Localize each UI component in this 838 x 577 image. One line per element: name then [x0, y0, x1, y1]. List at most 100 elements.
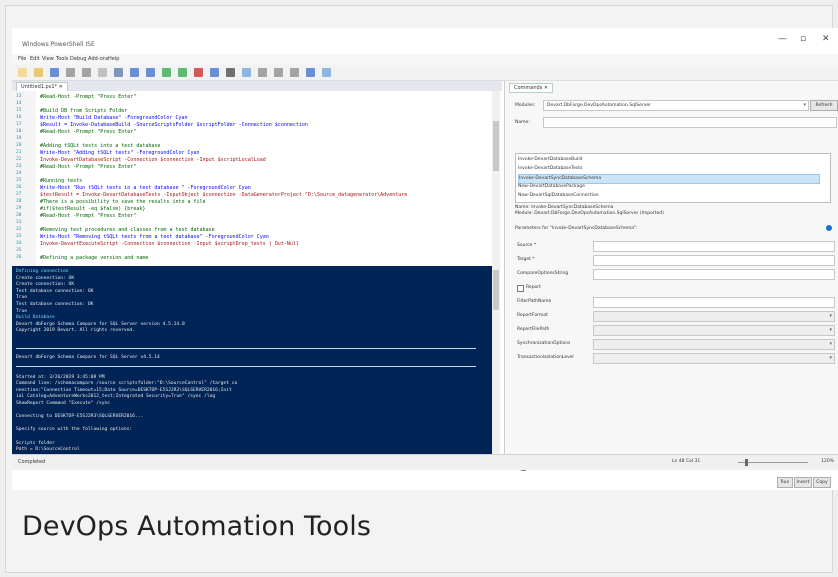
command-list[interactable]: Invoke-DevartDatabaseBuild Invoke-DevartD…	[515, 153, 831, 203]
field-label: ReportFilePath	[517, 327, 550, 332]
console-divider	[16, 366, 476, 367]
layout-icon-2[interactable]	[274, 68, 283, 77]
open-folder-icon[interactable]	[34, 68, 43, 77]
menu-item-edit[interactable]: Edit	[30, 56, 40, 62]
line-number: 30	[16, 213, 22, 218]
script-editor[interactable]: 13 #Read-Host -Prompt "Press Enter" 14 15 …	[12, 91, 492, 266]
parameter-input[interactable]: ▾	[593, 311, 835, 322]
code-line: $testResult = Invoke-DevartDatabaseTests…	[40, 192, 408, 198]
new-remote-tab-icon[interactable]	[210, 68, 219, 77]
line-number: 15	[16, 108, 22, 113]
field-label: CompareOptionsString	[517, 271, 569, 276]
parameters-header: Parameters for "Invoke-DevartSyncDatabas…	[515, 226, 638, 231]
undo-icon[interactable]	[130, 68, 139, 77]
command-list-item[interactable]: New-DevartSqlDatabaseConnection	[518, 192, 818, 200]
console-line: Specify source with the following option…	[16, 427, 133, 433]
editor-tabstrip: Untitled1.ps1* ✕	[12, 81, 502, 92]
command-list-item[interactable]: Invoke-DevartDatabaseBuild	[518, 156, 818, 164]
line-number: 32	[16, 227, 22, 232]
insert-button[interactable]: Insert	[794, 477, 812, 488]
paste-icon[interactable]	[98, 68, 107, 77]
parameter-input[interactable]: ▾	[593, 325, 835, 336]
line-number: 26	[16, 185, 22, 190]
help-icon[interactable]	[826, 225, 832, 231]
refresh-button[interactable]: Refresh	[810, 100, 838, 111]
menu-item-add-ons[interactable]: Add-ons	[88, 56, 108, 62]
code-line: Write-Host "Adding tSQLt tests" -Foregro…	[40, 150, 200, 156]
line-number: 25	[16, 178, 22, 183]
code-line: #Running tests	[40, 178, 83, 184]
addon-icon[interactable]	[322, 68, 331, 77]
menu-item-debug[interactable]: Debug	[70, 56, 86, 62]
menu-item-view[interactable]: View	[42, 56, 54, 62]
layout-icon-3[interactable]	[290, 68, 299, 77]
parameter-input[interactable]	[593, 255, 835, 266]
chevron-down-icon: ▾	[829, 341, 832, 347]
maximize-button[interactable]: ▫	[800, 34, 806, 44]
menu-item-file[interactable]: File	[18, 56, 26, 62]
code-line: #There is a possibility to save the resu…	[40, 199, 206, 205]
save-icon[interactable]	[50, 68, 59, 77]
run-selection-icon[interactable]	[178, 68, 187, 77]
zoom-slider-handle[interactable]	[745, 459, 748, 466]
parameter-input[interactable]: ▾	[593, 339, 835, 350]
code-line: #Read-Host -Prompt "Press Enter"	[40, 213, 137, 219]
menu-item-help[interactable]: Help	[108, 56, 119, 62]
run-icon[interactable]	[162, 68, 171, 77]
name-filter-input[interactable]	[543, 117, 837, 128]
code-line: Invoke-DevartExecuteScript -Connection $…	[40, 241, 299, 247]
console-divider	[16, 348, 476, 349]
console-scrollbar[interactable]	[492, 266, 500, 454]
console-pane[interactable]: Defining connection Create connection: OK…	[12, 266, 492, 454]
command-list-item[interactable]: New-DevartDatabasePackage	[518, 183, 818, 191]
code-line: #Read-Host -Prompt "Press Enter"	[40, 164, 137, 170]
zoom-slider[interactable]	[738, 462, 808, 463]
modules-select[interactable]: Devart.DbForge.DevOpsAutomation.SqlServe…	[543, 100, 809, 111]
code-line: #Read-Host -Prompt "Press Enter"	[40, 129, 137, 135]
console-line: Devart dbForge Schema Compare for SQL Se…	[16, 354, 160, 360]
field-label: ReportFormat	[517, 313, 548, 318]
editor-scrollbar[interactable]	[492, 91, 500, 266]
menu-item-tools[interactable]: Tools	[56, 56, 68, 62]
line-number: 16	[16, 115, 22, 120]
zoom-level: 120%	[821, 459, 834, 464]
code-line: #Adding tSQLt tests into a test database	[40, 143, 161, 149]
parameter-input[interactable]	[593, 297, 835, 308]
redo-icon[interactable]	[146, 68, 155, 77]
copy-icon[interactable]	[82, 68, 91, 77]
parameter-input[interactable]	[593, 269, 835, 280]
report-checkbox[interactable]	[517, 285, 524, 292]
console-line: True	[16, 308, 28, 314]
close-button[interactable]: ✕	[822, 34, 830, 44]
parameter-input[interactable]: ▾	[593, 353, 835, 364]
field-label: Report	[526, 285, 541, 290]
new-file-icon[interactable]	[18, 68, 27, 77]
cut-icon[interactable]	[66, 68, 75, 77]
window-controls: — ▫ ✕	[758, 34, 838, 48]
parameter-input[interactable]	[593, 241, 835, 252]
field-label: Source *	[517, 243, 537, 248]
line-number: 14	[16, 101, 22, 106]
show-script-pane-icon[interactable]	[242, 68, 251, 77]
window-titlebar: Windows PowerShell ISE — ▫ ✕	[12, 28, 838, 54]
commands-icon[interactable]	[306, 68, 315, 77]
code-line: #Read-Host -Prompt "Press Enter"	[40, 94, 137, 100]
command-list-item[interactable]: Invoke-DevartDatabaseTests	[518, 165, 818, 173]
run-button[interactable]: Run	[777, 477, 793, 488]
clear-icon[interactable]	[114, 68, 123, 77]
code-line: #Build DB from Scripts Folder	[40, 108, 128, 114]
line-number: 29	[16, 206, 22, 211]
tab-commands[interactable]: Commands ✕	[509, 83, 554, 93]
line-number: 21	[16, 150, 22, 155]
code-line: #Removing test procedures and classes fr…	[40, 227, 215, 233]
start-powershell-icon[interactable]	[226, 68, 235, 77]
console-scroll-thumb[interactable]	[493, 270, 499, 310]
status-bar: Completed Ln 48 Col 31 120%	[12, 454, 838, 470]
editor-scroll-thumb[interactable]	[493, 121, 499, 171]
stop-icon[interactable]	[194, 68, 203, 77]
layout-icon[interactable]	[258, 68, 267, 77]
console-line: Command line: /schemacompare /source scr…	[16, 381, 238, 387]
copy-button[interactable]: Copy	[813, 477, 831, 488]
minimize-button[interactable]: —	[778, 34, 787, 44]
modules-value: Devart.DbForge.DevOpsAutomation.SqlServe…	[547, 103, 652, 108]
